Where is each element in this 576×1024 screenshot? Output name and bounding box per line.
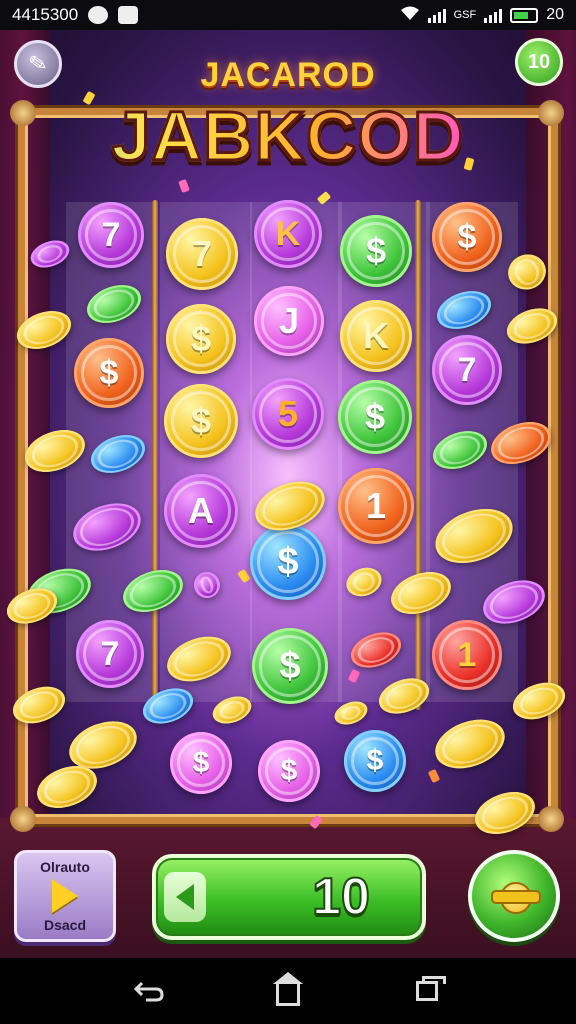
reel-column — [250, 202, 342, 702]
arrow-left-icon — [176, 884, 194, 910]
network-label: GSF — [453, 9, 477, 21]
slot-coin: $ — [170, 732, 232, 794]
auto-play-label-bottom: Dsacd — [43, 917, 87, 933]
slot-coin: 1 — [432, 620, 502, 690]
frame-ornament — [538, 806, 564, 832]
coin-spin-icon — [491, 878, 541, 914]
slot-coin: $ — [166, 304, 236, 374]
frame-ornament — [10, 806, 36, 832]
reel-divider — [415, 200, 421, 710]
recents-icon — [415, 976, 446, 1001]
slot-coin: 7 — [166, 218, 238, 290]
status-bar: 4415300 GSF 20 — [0, 0, 576, 30]
home-button[interactable] — [268, 971, 308, 1011]
slot-coin: K — [340, 300, 412, 372]
auto-play-label-top: Olrauto — [40, 859, 90, 875]
slot-coin: A — [164, 474, 238, 548]
battery-icon — [510, 7, 539, 23]
game-title-top: JACAROD — [200, 56, 376, 94]
notification-icon — [88, 6, 109, 24]
slot-coin: $ — [164, 384, 238, 458]
app-notification-icon — [118, 6, 139, 24]
slot-coin: $ — [252, 628, 328, 704]
slot-coin: 7 — [76, 620, 144, 688]
system-nav-bar — [0, 958, 576, 1024]
signal-icon-2 — [484, 7, 503, 23]
slot-coin: $ — [258, 740, 320, 802]
slot-coin: $ — [250, 524, 326, 600]
spin-button[interactable] — [468, 850, 560, 942]
back-icon — [134, 981, 164, 1002]
recents-button[interactable] — [407, 971, 447, 1011]
slot-coin: $ — [340, 215, 412, 287]
status-time: 4415300 — [12, 5, 79, 24]
slot-coin: $ — [432, 202, 502, 272]
play-icon — [52, 879, 78, 913]
bet-bar: 10 — [152, 854, 426, 940]
battery-text: 20 — [546, 6, 564, 23]
slot-coin: 1 — [338, 468, 414, 544]
home-icon — [272, 972, 303, 1006]
wifi-icon — [400, 5, 420, 26]
back-button[interactable] — [129, 971, 169, 1011]
signal-icon — [427, 7, 446, 23]
slot-coin: 7 — [432, 335, 502, 405]
slot-coin: 7 — [78, 202, 144, 268]
slot-coin: 5 — [252, 378, 324, 450]
bet-decrease-button[interactable] — [164, 872, 206, 922]
slot-coin: $ — [74, 338, 144, 408]
slot-coin: K — [254, 200, 322, 268]
reel-divider — [152, 200, 158, 710]
slot-coin: $ — [344, 730, 406, 792]
auto-play-button[interactable]: Olrauto Dsacd — [14, 850, 116, 942]
bet-value: 10 — [311, 867, 371, 927]
slot-coin: J — [254, 286, 324, 356]
game-title-main: JABKCOD — [0, 96, 576, 177]
slot-coin: $ — [338, 380, 412, 454]
